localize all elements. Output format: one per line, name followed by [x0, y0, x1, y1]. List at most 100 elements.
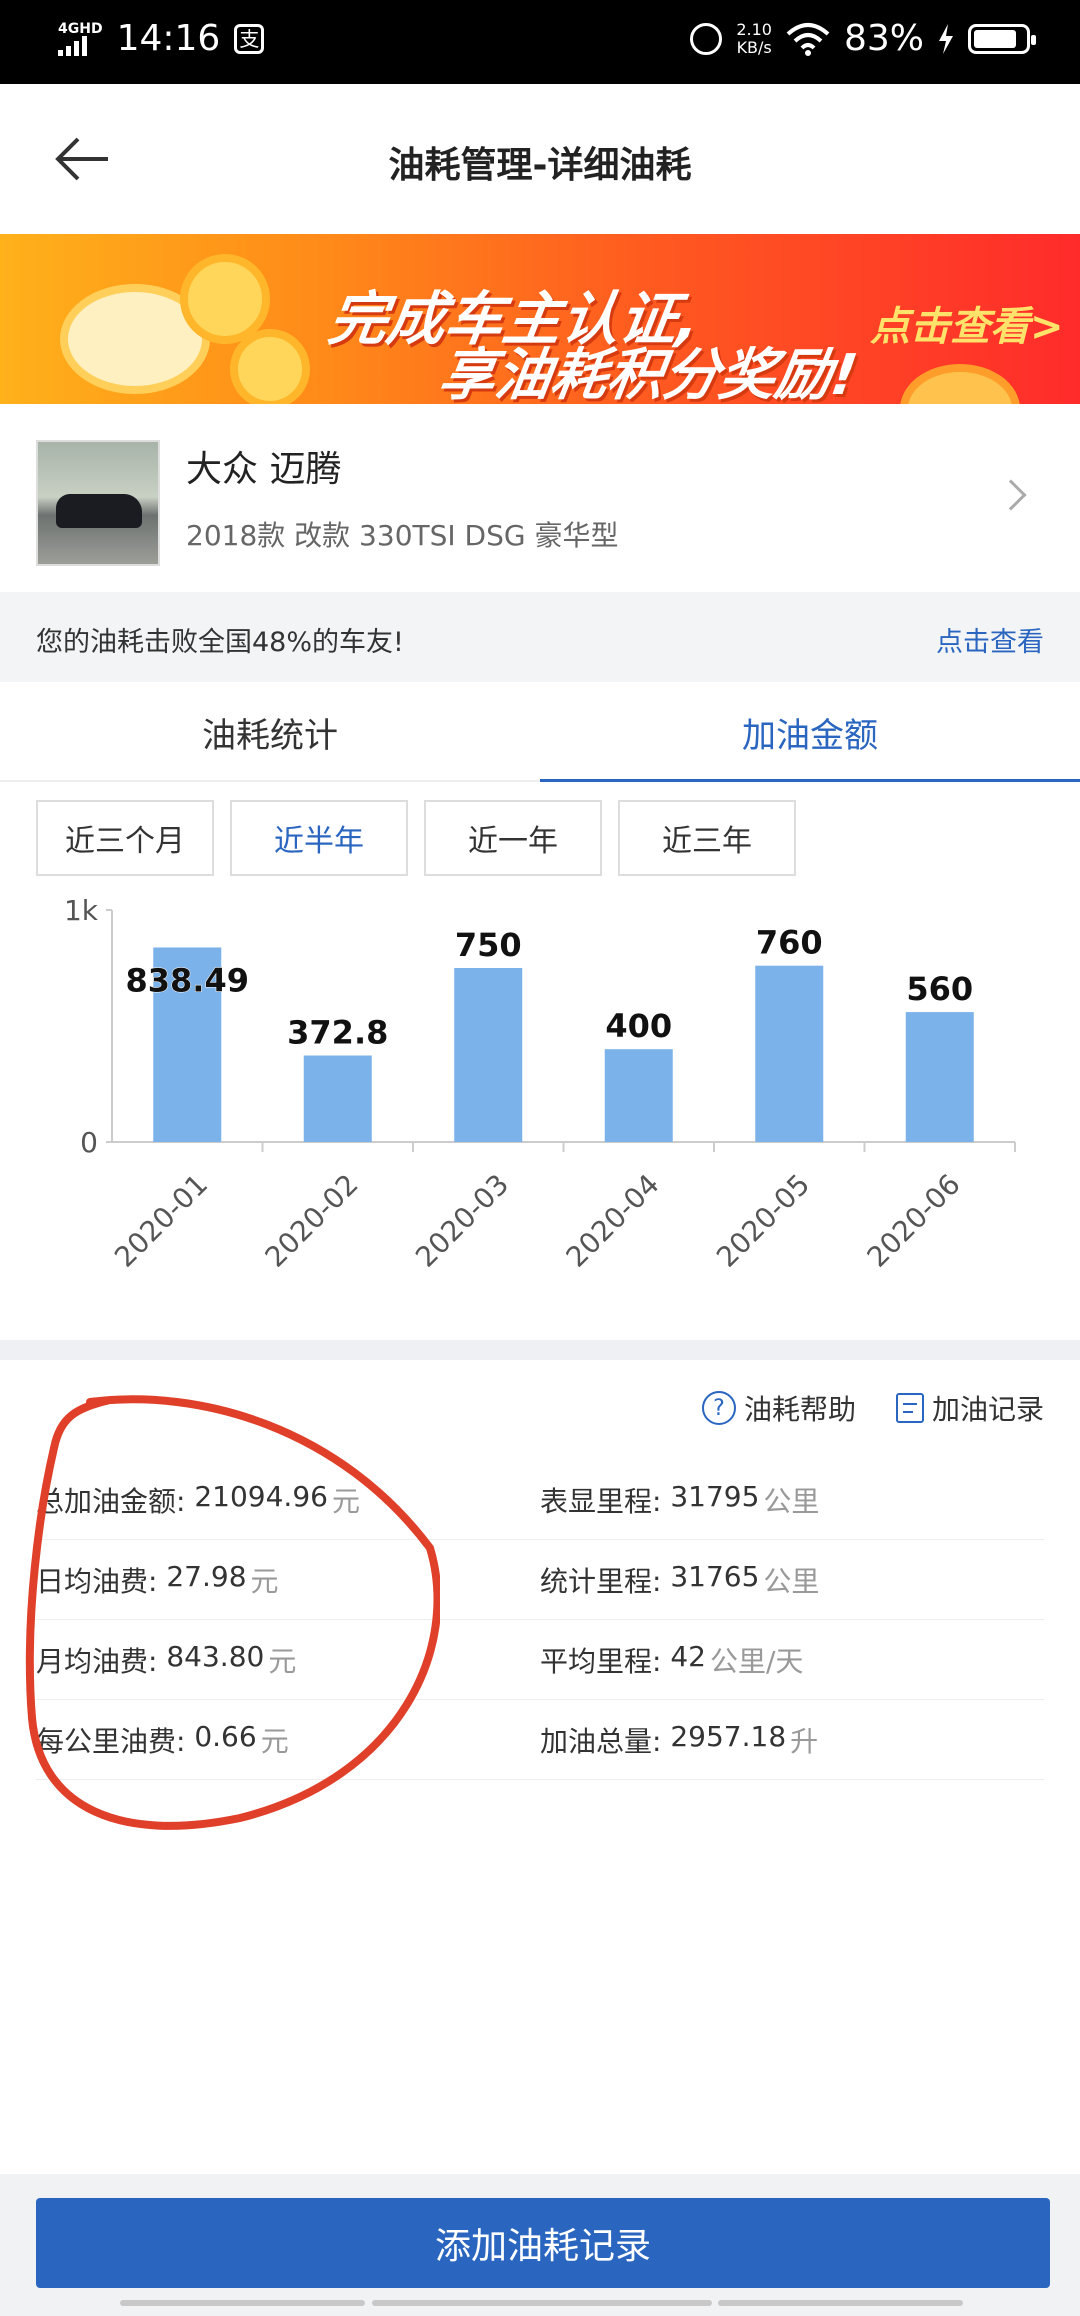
stat-label: 每公里油费: — [36, 1724, 186, 1758]
stat-value: 0.66 — [194, 1719, 257, 1753]
stats-row: 总加油金额: 21094.96 元 表显里程: 31795 公里 — [36, 1460, 1044, 1540]
bar-value-label: 560 — [906, 970, 973, 1008]
question-circle-icon: ? — [701, 1391, 736, 1425]
fuel-help-link[interactable]: ? 油耗帮助 — [701, 1388, 856, 1428]
stat-label: 月均油费: — [36, 1644, 158, 1678]
net-speed-value: 2.10 — [736, 19, 772, 39]
add-fuel-record-button[interactable]: 添加油耗记录 — [36, 2198, 1050, 2288]
promo-banner[interactable]: 完成车主认证, 享油耗积分奖励! 点击查看> — [0, 234, 1080, 404]
bar — [905, 1012, 974, 1142]
gesture-bar — [718, 2300, 963, 2306]
fuel-help-label: 油耗帮助 — [743, 1393, 856, 1426]
stat-value: 21094.96 — [194, 1479, 328, 1513]
list-document-icon — [895, 1393, 924, 1423]
stat-cost-per-km: 每公里油费: 0.66 元 — [36, 1720, 540, 1760]
x-tick-label: 2020-05 — [710, 1168, 816, 1274]
banner-line2: 享油耗积分奖励! — [434, 343, 862, 404]
stat-unit: 公里 — [763, 1564, 820, 1598]
stats-row: 日均油费: 27.98 元 统计里程: 31765 公里 — [36, 1540, 1044, 1620]
chart-actions: ? 油耗帮助 加油记录 — [701, 1388, 1044, 1428]
range-1-year[interactable]: 近一年 — [424, 800, 602, 876]
car-name: 大众 迈腾 — [186, 449, 342, 490]
stat-value: 843.80 — [166, 1639, 265, 1673]
stat-value: 31795 — [670, 1479, 760, 1513]
stats-row: 月均油费: 843.80 元 平均里程: 42 公里/天 — [36, 1620, 1044, 1700]
x-tick-label: 2020-04 — [560, 1168, 666, 1274]
banner-cta[interactable]: 点击查看> — [870, 294, 1064, 352]
stat-unit: 升 — [790, 1724, 819, 1758]
clock: 14:16 — [116, 18, 221, 59]
car-info-row[interactable]: 大众 迈腾 2018款 改款 330TSI DSG 豪华型 — [0, 404, 1080, 592]
refuel-records-label: 加油记录 — [931, 1393, 1044, 1426]
stat-unit: 元 — [268, 1644, 297, 1678]
chevron-right-icon — [995, 479, 1027, 511]
active-tab-indicator — [540, 779, 1080, 782]
stat-unit: 公里/天 — [709, 1644, 804, 1678]
battery-percent: 83% — [843, 18, 924, 59]
page-title: 油耗管理-详细油耗 — [388, 145, 692, 186]
range-3-months[interactable]: 近三个月 — [36, 800, 214, 876]
stat-unit: 公里 — [763, 1484, 820, 1518]
y-tick-label: 1k — [64, 894, 99, 927]
bar-value-label: 372.8 — [287, 1014, 388, 1052]
stat-label: 平均里程: — [540, 1644, 662, 1678]
bar-value-label: 838.49 — [126, 961, 249, 999]
stat-label: 表显里程: — [540, 1484, 662, 1518]
x-tick-label: 2020-02 — [259, 1168, 365, 1274]
stat-value: 2957.18 — [670, 1719, 787, 1753]
bar — [755, 965, 824, 1142]
stat-label: 总加油金额: — [36, 1484, 186, 1518]
wifi-icon — [786, 22, 830, 56]
refuel-records-link[interactable]: 加油记录 — [895, 1388, 1044, 1428]
stat-daily-fuel-cost: 日均油费: 27.98 元 — [36, 1560, 540, 1600]
car-model: 2018款 改款 330TSI DSG 豪华型 — [186, 519, 619, 552]
alarm-icon — [690, 22, 723, 55]
x-tick-label: 2020-03 — [409, 1168, 515, 1274]
y-tick-label: 0 — [80, 1126, 98, 1159]
gesture-bar — [120, 2300, 365, 2306]
coin-graphic — [230, 329, 310, 404]
stat-counted-mileage: 统计里程: 31765 公里 — [540, 1560, 1044, 1600]
net-speed: 2.10 KB/s — [736, 19, 772, 57]
bar — [604, 1049, 673, 1142]
stat-label: 统计里程: — [540, 1564, 662, 1598]
top-nav-bar: 油耗管理-详细油耗 — [0, 84, 1080, 234]
bar-value-label: 750 — [455, 926, 522, 964]
tab-fuel-stats[interactable]: 油耗统计 — [0, 708, 540, 757]
stat-total-refuel-amount: 总加油金额: 21094.96 元 — [36, 1480, 540, 1520]
time-range-selector: 近三个月 近半年 近一年 近三年 — [36, 800, 796, 876]
stat-unit: 元 — [250, 1564, 279, 1598]
stat-odometer-mileage: 表显里程: 31795 公里 — [540, 1480, 1044, 1520]
gesture-bar — [372, 2300, 712, 2306]
bar-value-label: 760 — [756, 924, 823, 962]
stat-average-mileage: 平均里程: 42 公里/天 — [540, 1640, 1044, 1680]
status-bar: 4GHD 14:16 支 2.10 KB/s 83% — [0, 0, 1080, 84]
stats-grid: 总加油金额: 21094.96 元 表显里程: 31795 公里 日均油费: 27.… — [36, 1460, 1044, 1780]
stat-unit: 元 — [260, 1724, 289, 1758]
stat-monthly-fuel-cost: 月均油费: 843.80 元 — [36, 1640, 540, 1680]
range-3-years[interactable]: 近三年 — [618, 800, 796, 876]
bar — [303, 1055, 372, 1142]
stat-unit: 元 — [331, 1484, 360, 1518]
battery-icon — [968, 23, 1036, 54]
bar-value-label: 400 — [605, 1007, 672, 1045]
refuel-amount-chart: 0 1k 838.49 2020-01 372.8 2020-02 750 2020-03 40… — [64, 894, 1016, 1274]
ranking-tip: 您的油耗击败全国48%的车友! 点击查看 — [0, 592, 1080, 682]
charging-icon — [939, 23, 953, 54]
payment-icon: 支 — [234, 23, 265, 54]
stat-value: 42 — [670, 1639, 706, 1673]
signal-icon — [58, 35, 87, 56]
stats-row: 每公里油费: 0.66 元 加油总量: 2957.18 升 — [36, 1700, 1044, 1780]
tab-refuel-amount[interactable]: 加油金额 — [540, 708, 1080, 757]
ranking-message: 您的油耗击败全国48%的车友! — [36, 627, 404, 658]
signal-indicator: 4GHD — [58, 22, 103, 56]
stat-value: 31765 — [670, 1559, 760, 1593]
network-type: 4GHD — [58, 20, 103, 37]
x-tick-label: 2020-01 — [108, 1168, 214, 1274]
ranking-view-link[interactable]: 点击查看 — [936, 620, 1044, 659]
range-half-year[interactable]: 近半年 — [230, 800, 408, 876]
stat-label: 日均油费: — [36, 1564, 158, 1598]
car-thumbnail — [36, 440, 160, 566]
section-divider — [0, 1340, 1080, 1360]
stat-label: 加油总量: — [540, 1724, 662, 1758]
